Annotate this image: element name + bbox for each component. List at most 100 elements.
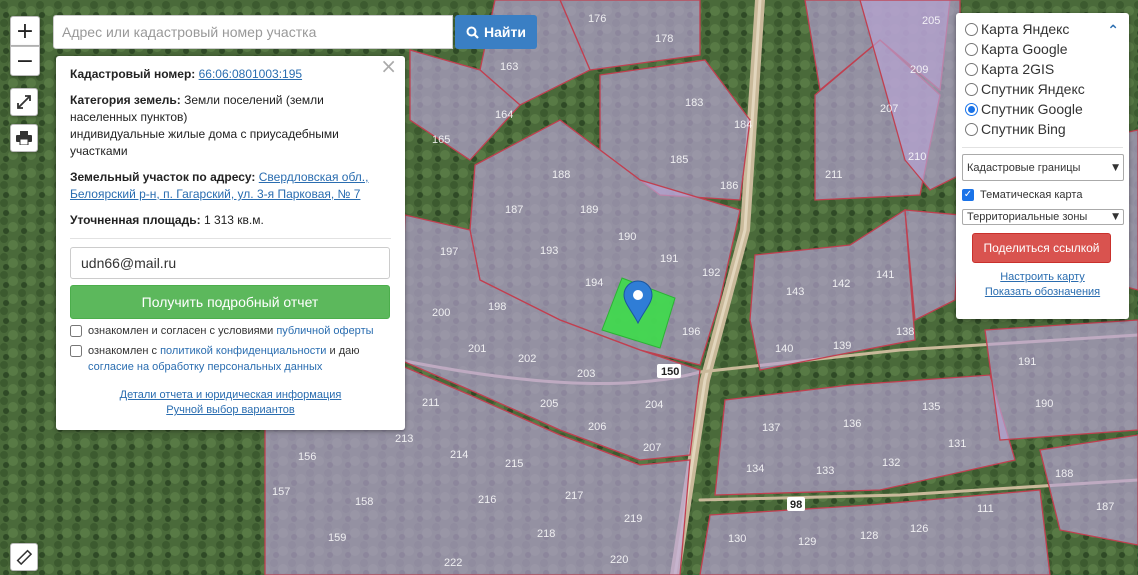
- svg-text:218: 218: [537, 528, 555, 540]
- svg-text:140: 140: [775, 343, 793, 355]
- email-field[interactable]: [70, 247, 390, 279]
- layer-option-bing-satellite[interactable]: Спутник Bing: [962, 119, 1123, 139]
- manual-selection-link[interactable]: Ручной выбор вариантов: [166, 404, 294, 416]
- search-button-label: Найти: [484, 24, 526, 40]
- svg-text:184: 184: [734, 119, 752, 131]
- svg-text:129: 129: [798, 536, 816, 548]
- zoom-out-button[interactable]: −: [10, 46, 40, 76]
- svg-text:211: 211: [825, 169, 843, 181]
- divider: [962, 147, 1123, 148]
- search-button[interactable]: Найти: [455, 15, 537, 49]
- divider: [70, 238, 391, 239]
- layer-option-yandex-map[interactable]: Карта Яндекс: [962, 19, 1123, 39]
- configure-map-link[interactable]: Настроить карту: [1000, 271, 1085, 283]
- layer-option-yandex-satellite[interactable]: Спутник Яндекс: [962, 79, 1123, 99]
- radio-button[interactable]: [965, 62, 978, 76]
- radio-button[interactable]: [965, 122, 978, 136]
- svg-text:176: 176: [588, 13, 606, 25]
- radio-button[interactable]: [965, 22, 978, 36]
- chevron-down-icon: ▼: [1112, 212, 1119, 222]
- svg-text:210: 210: [908, 151, 926, 163]
- zoom-in-button[interactable]: +: [10, 16, 40, 46]
- svg-text:188: 188: [552, 169, 570, 181]
- layer-label: Карта Яндекс: [981, 21, 1070, 37]
- ruler-icon: [16, 549, 32, 565]
- offer-checkbox[interactable]: [70, 325, 82, 337]
- area-value: 1 313 кв.м.: [203, 213, 264, 227]
- print-button[interactable]: [10, 124, 38, 152]
- svg-text:215: 215: [505, 458, 523, 470]
- fullscreen-button[interactable]: [10, 88, 38, 116]
- cadastral-number-link[interactable]: 66:06:0801003:195: [199, 67, 302, 81]
- public-offer-link[interactable]: публичной оферты: [276, 325, 373, 337]
- radio-button-checked[interactable]: [965, 102, 978, 116]
- svg-text:207: 207: [643, 442, 661, 454]
- ruler-button[interactable]: [10, 543, 38, 571]
- select-value: Кадастровые границы: [967, 161, 1081, 174]
- thematic-map-toggle[interactable]: ✓ Тематическая карта: [962, 189, 1123, 201]
- privacy-policy-link[interactable]: политикой конфиденциальности: [160, 345, 326, 357]
- svg-text:209: 209: [910, 64, 928, 76]
- zones-select[interactable]: Территориальные зоны ▼: [962, 209, 1124, 225]
- svg-text:205: 205: [922, 15, 940, 27]
- svg-text:131: 131: [948, 438, 966, 450]
- layer-option-google-map[interactable]: Карта Google: [962, 39, 1123, 59]
- select-value: Территориальные зоны: [967, 211, 1088, 223]
- svg-text:132: 132: [882, 457, 900, 469]
- svg-text:203: 203: [577, 368, 595, 380]
- svg-text:187: 187: [505, 204, 523, 216]
- checkbox-checked-icon[interactable]: ✓: [962, 189, 974, 201]
- svg-text:191: 191: [1018, 356, 1036, 368]
- address-label: Земельный участок по адресу:: [70, 170, 256, 184]
- svg-text:187: 187: [1096, 501, 1114, 513]
- svg-text:156: 156: [298, 451, 316, 463]
- svg-text:138: 138: [896, 326, 914, 338]
- svg-text:190: 190: [1035, 398, 1053, 410]
- share-link-button[interactable]: Поделиться ссылкой: [972, 233, 1111, 263]
- map-layers-panel: ⌃ Карта Яндекс Карта Google Карта 2GIS С…: [956, 13, 1129, 319]
- layer-option-google-satellite[interactable]: Спутник Google: [962, 99, 1123, 119]
- svg-text:188: 188: [1055, 468, 1073, 480]
- svg-text:216: 216: [478, 494, 496, 506]
- svg-text:185: 185: [670, 154, 688, 166]
- svg-text:157: 157: [272, 486, 290, 498]
- radio-button[interactable]: [965, 42, 978, 56]
- svg-text:150: 150: [661, 366, 679, 378]
- svg-text:130: 130: [728, 533, 746, 545]
- svg-text:159: 159: [328, 532, 346, 544]
- cadastral-label: Кадастровый номер:: [70, 67, 196, 81]
- privacy-agreement-text: ознакомлен с: [88, 345, 158, 357]
- chevron-up-icon[interactable]: ⌃: [1107, 23, 1119, 39]
- svg-text:197: 197: [440, 246, 458, 258]
- area-row: Уточненная площадь: 1 313 кв.м.: [70, 212, 391, 229]
- boundaries-select[interactable]: Кадастровые границы ▼: [962, 154, 1124, 181]
- personal-data-consent-link[interactable]: согласие на обработку персональных данны…: [88, 361, 322, 373]
- svg-text:204: 204: [645, 399, 663, 411]
- search-input[interactable]: [53, 15, 453, 49]
- privacy-checkbox[interactable]: [70, 345, 82, 357]
- layer-option-2gis-map[interactable]: Карта 2GIS: [962, 59, 1123, 79]
- svg-text:135: 135: [922, 401, 940, 413]
- svg-text:205: 205: [540, 398, 558, 410]
- svg-text:163: 163: [500, 61, 518, 73]
- svg-text:111: 111: [977, 503, 994, 515]
- svg-text:202: 202: [518, 353, 536, 365]
- svg-text:200: 200: [432, 307, 450, 319]
- land-category-row: Категория земель: Земли поселений (земли…: [70, 92, 391, 160]
- radio-button[interactable]: [965, 82, 978, 96]
- chevron-down-icon: ▼: [1112, 162, 1119, 173]
- svg-text:206: 206: [588, 421, 606, 433]
- offer-agreement-text: ознакомлен и согласен с условиями: [88, 325, 274, 337]
- cadastral-number-row: Кадастровый номер: 66:06:0801003:195: [70, 66, 391, 83]
- svg-text:143: 143: [786, 286, 804, 298]
- svg-text:189: 189: [580, 204, 598, 216]
- report-details-link[interactable]: Детали отчета и юридическая информация: [120, 389, 342, 401]
- privacy-agreement-row: ознакомлен с политикой конфиденциальност…: [70, 343, 391, 375]
- get-report-button[interactable]: Получить подробный отчет: [70, 285, 390, 319]
- printer-icon: [16, 131, 32, 145]
- show-legend-link[interactable]: Показать обозначения: [985, 286, 1100, 298]
- layer-label: Спутник Google: [981, 101, 1083, 117]
- search-icon: [466, 26, 479, 39]
- svg-text:164: 164: [495, 109, 513, 121]
- close-icon[interactable]: ×: [380, 56, 397, 76]
